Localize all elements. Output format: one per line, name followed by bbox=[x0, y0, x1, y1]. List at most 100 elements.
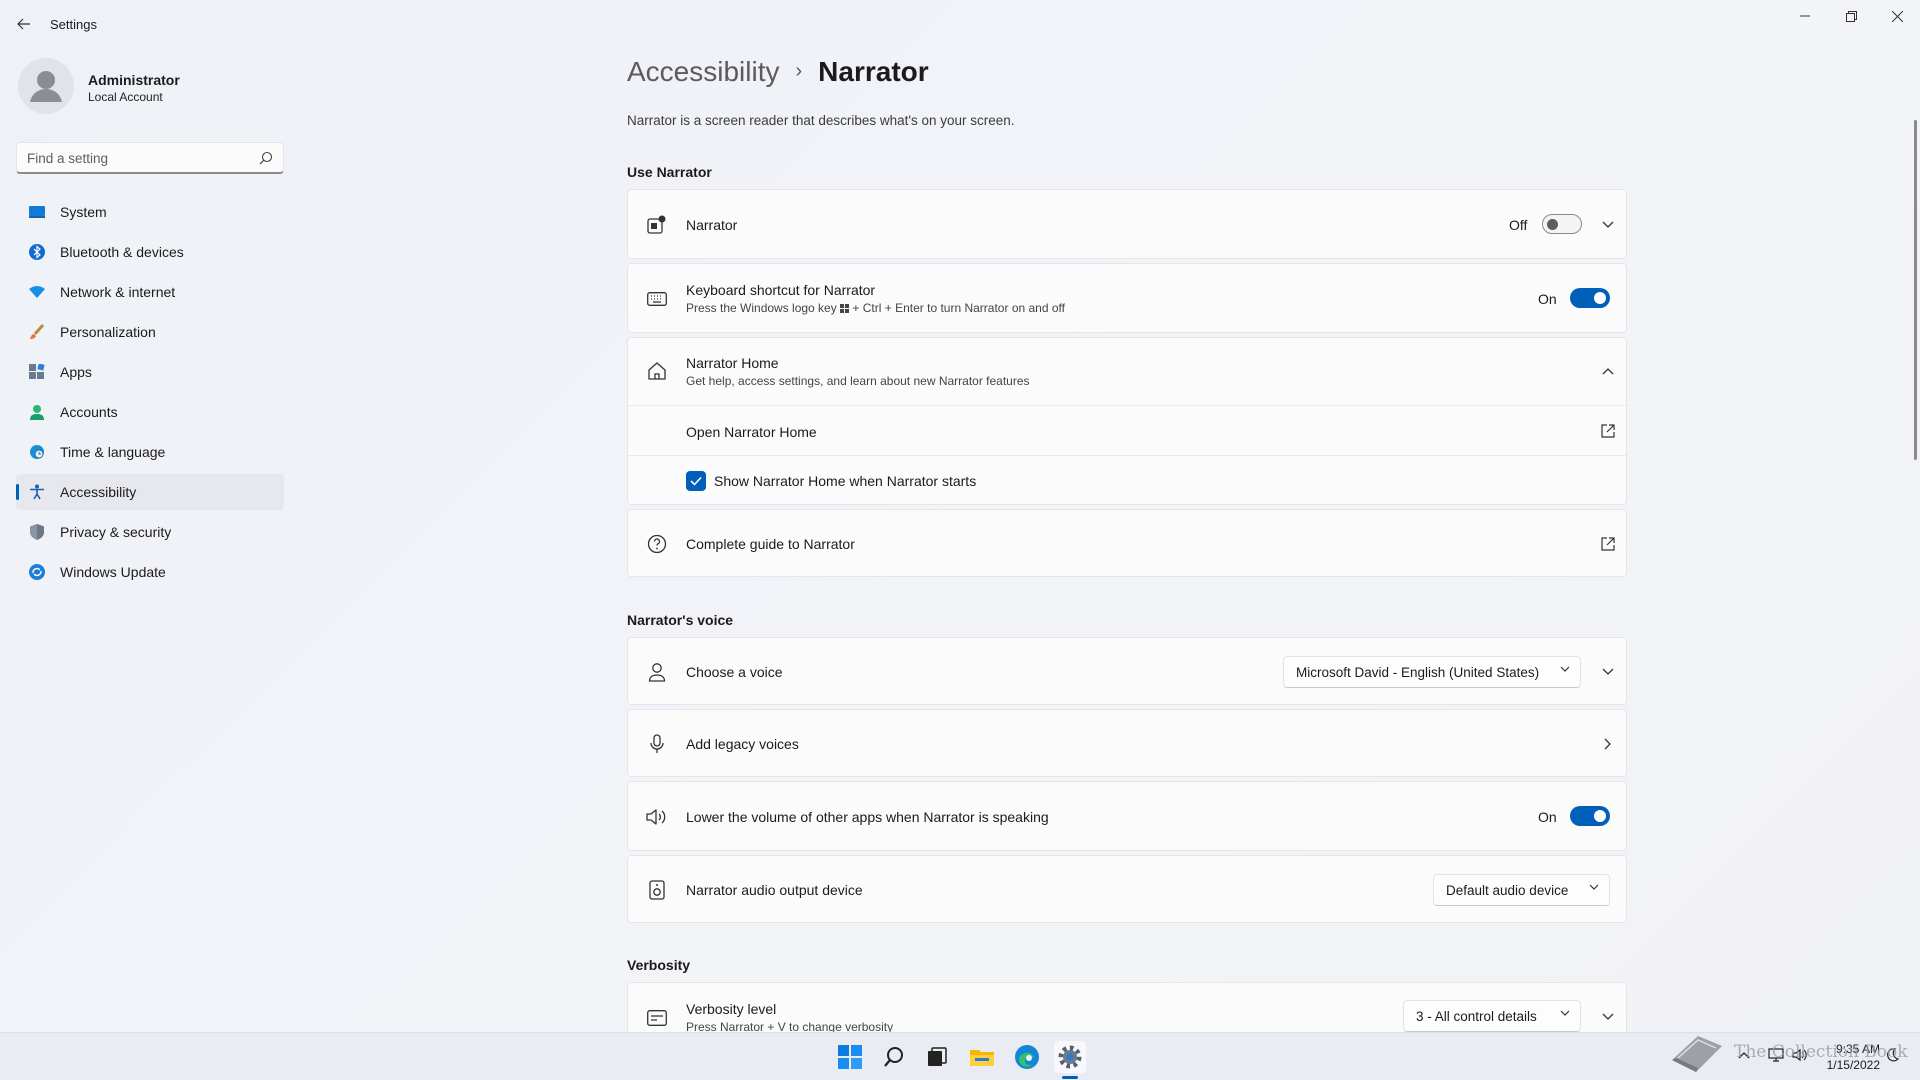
search-icon bbox=[259, 151, 273, 165]
expand-chevron[interactable] bbox=[1600, 217, 1616, 233]
sidebar-item-system[interactable]: System bbox=[16, 194, 284, 230]
narrator-home-header[interactable]: Narrator Home Get help, access settings,… bbox=[628, 338, 1628, 406]
avatar bbox=[18, 58, 74, 114]
sidebar-item-label: Windows Update bbox=[60, 564, 166, 580]
checkmark-icon bbox=[690, 476, 702, 486]
user-profile[interactable]: Administrator Local Account bbox=[18, 58, 298, 118]
show-narrator-home-checkbox[interactable] bbox=[686, 471, 706, 491]
expand-chevron[interactable] bbox=[1600, 664, 1616, 680]
choose-voice-card: Choose a voice Microsoft David - English… bbox=[627, 637, 1627, 705]
open-narrator-home-row[interactable]: Open Narrator Home bbox=[628, 405, 1628, 456]
chevron-down-icon bbox=[1602, 221, 1614, 228]
sidebar-item-bluetooth[interactable]: Bluetooth & devices bbox=[16, 234, 284, 270]
windows-start-button[interactable] bbox=[834, 1041, 866, 1073]
search-icon bbox=[884, 1047, 903, 1067]
watermark: The Collection Book bbox=[1668, 1030, 1908, 1076]
breadcrumb-parent[interactable]: Accessibility bbox=[627, 56, 779, 87]
sidebar-item-label: Accessibility bbox=[60, 484, 137, 500]
sidebar-item-privacy-security[interactable]: Privacy & security bbox=[16, 514, 284, 550]
chevron-down-icon bbox=[1602, 1013, 1614, 1020]
windows-logo-icon bbox=[840, 304, 850, 313]
globe-clock-icon bbox=[28, 443, 46, 461]
sidebar-item-accounts[interactable]: Accounts bbox=[16, 394, 284, 430]
sidebar-item-apps[interactable]: Apps bbox=[16, 354, 284, 390]
legacy-voices-card[interactable]: Add legacy voices bbox=[627, 709, 1627, 777]
arrow-left-icon bbox=[17, 18, 30, 30]
search-placeholder: Find a setting bbox=[27, 151, 109, 166]
person-outline-icon bbox=[646, 661, 668, 683]
minimize-button[interactable] bbox=[1782, 0, 1828, 32]
narrator-card[interactable]: Narrator Off bbox=[627, 189, 1627, 259]
expand-chevron[interactable] bbox=[1600, 1009, 1616, 1025]
verbosity-icon bbox=[646, 1007, 668, 1029]
edge-button[interactable] bbox=[1011, 1041, 1043, 1073]
chevron-down-icon bbox=[1560, 666, 1570, 672]
audio-output-dropdown[interactable]: Default audio device bbox=[1433, 874, 1610, 906]
show-narrator-home-row: Show Narrator Home when Narrator starts bbox=[628, 455, 1628, 505]
verbosity-level-title: Verbosity level bbox=[686, 1001, 777, 1017]
task-view-icon bbox=[928, 1047, 947, 1066]
taskbar-search-button[interactable] bbox=[878, 1041, 910, 1073]
windows-start-icon bbox=[838, 1045, 862, 1069]
keyboard-shortcut-title: Keyboard shortcut for Narrator bbox=[686, 282, 876, 298]
keyboard-shortcut-subtitle-before: Press the Windows logo key bbox=[686, 301, 837, 315]
book-logo-icon bbox=[1672, 1036, 1722, 1072]
complete-guide-card[interactable]: Complete guide to Narrator bbox=[627, 509, 1627, 577]
chevron-right-icon bbox=[1600, 736, 1616, 752]
file-explorer-icon bbox=[970, 1050, 994, 1066]
monitor-icon bbox=[28, 203, 46, 221]
open-narrator-home-label: Open Narrator Home bbox=[686, 424, 817, 440]
restore-button[interactable] bbox=[1828, 0, 1874, 32]
voice-dropdown[interactable]: Microsoft David - English (United States… bbox=[1283, 656, 1581, 688]
lower-volume-toggle[interactable] bbox=[1570, 806, 1610, 826]
sidebar-item-time-language[interactable]: Time & language bbox=[16, 434, 284, 470]
chevron-down-icon bbox=[1560, 1010, 1570, 1016]
sidebar-item-network[interactable]: Network & internet bbox=[16, 274, 284, 310]
sidebar-item-accessibility[interactable]: Accessibility bbox=[16, 474, 284, 510]
settings-window: Settings Administrator Local Account Fin… bbox=[0, 0, 1920, 1032]
task-view-button[interactable] bbox=[921, 1041, 953, 1073]
collapse-chevron[interactable] bbox=[1600, 363, 1616, 379]
close-button[interactable] bbox=[1874, 0, 1920, 32]
sidebar-item-label: Apps bbox=[60, 364, 92, 380]
verbosity-level-card: Verbosity level Press Narrator + V to ch… bbox=[627, 982, 1627, 1032]
sidebar-item-personalization[interactable]: Personalization bbox=[16, 314, 284, 350]
keyboard-shortcut-toggle[interactable] bbox=[1570, 288, 1610, 308]
sidebar-item-label: System bbox=[60, 204, 107, 220]
sidebar-item-label: Accounts bbox=[60, 404, 118, 420]
section-title-verbosity: Verbosity bbox=[627, 957, 691, 973]
show-narrator-home-label: Show Narrator Home when Narrator starts bbox=[714, 473, 977, 489]
file-explorer-button[interactable] bbox=[966, 1041, 998, 1073]
wifi-icon bbox=[28, 283, 46, 301]
choose-voice-title: Choose a voice bbox=[686, 664, 783, 680]
verbosity-dropdown[interactable]: 3 - All control details bbox=[1403, 1000, 1581, 1032]
app-title: Settings bbox=[50, 17, 97, 32]
update-icon bbox=[28, 563, 46, 581]
sidebar-item-label: Network & internet bbox=[60, 284, 176, 300]
sidebar-item-label: Time & language bbox=[60, 444, 166, 460]
search-input[interactable]: Find a setting bbox=[16, 142, 284, 174]
narrator-toggle[interactable] bbox=[1542, 214, 1582, 234]
lower-volume-card: Lower the volume of other apps when Narr… bbox=[627, 781, 1627, 851]
voice-dropdown-value: Microsoft David - English (United States… bbox=[1296, 664, 1540, 680]
external-link-icon bbox=[1600, 423, 1616, 439]
person-silhouette-icon bbox=[30, 71, 62, 102]
narrator-home-title: Narrator Home bbox=[686, 355, 779, 371]
settings-icon bbox=[1058, 1045, 1082, 1069]
settings-taskbar-button[interactable] bbox=[1054, 1041, 1086, 1073]
sidebar-item-label: Personalization bbox=[60, 324, 156, 340]
audio-output-dropdown-value: Default audio device bbox=[1446, 882, 1569, 898]
narrator-state-label: Off bbox=[1509, 217, 1528, 233]
keyboard-shortcut-subtitle: Press the Windows logo key + Ctrl + Ente… bbox=[686, 301, 1065, 315]
keyboard-shortcut-card: Keyboard shortcut for Narrator Press the… bbox=[627, 263, 1627, 333]
back-button[interactable] bbox=[10, 12, 38, 36]
verbosity-dropdown-value: 3 - All control details bbox=[1416, 1008, 1537, 1024]
chevron-down-icon bbox=[1589, 884, 1599, 890]
page-description: Narrator is a screen reader that describ… bbox=[627, 113, 1015, 128]
scrollbar-thumb[interactable] bbox=[1914, 120, 1917, 460]
section-title-narrators-voice: Narrator's voice bbox=[627, 612, 734, 628]
keyboard-icon bbox=[646, 288, 668, 310]
sidebar-nav: System Bluetooth & devices Network & int… bbox=[16, 194, 284, 594]
sidebar-item-windows-update[interactable]: Windows Update bbox=[16, 554, 284, 590]
complete-guide-title: Complete guide to Narrator bbox=[686, 536, 855, 552]
